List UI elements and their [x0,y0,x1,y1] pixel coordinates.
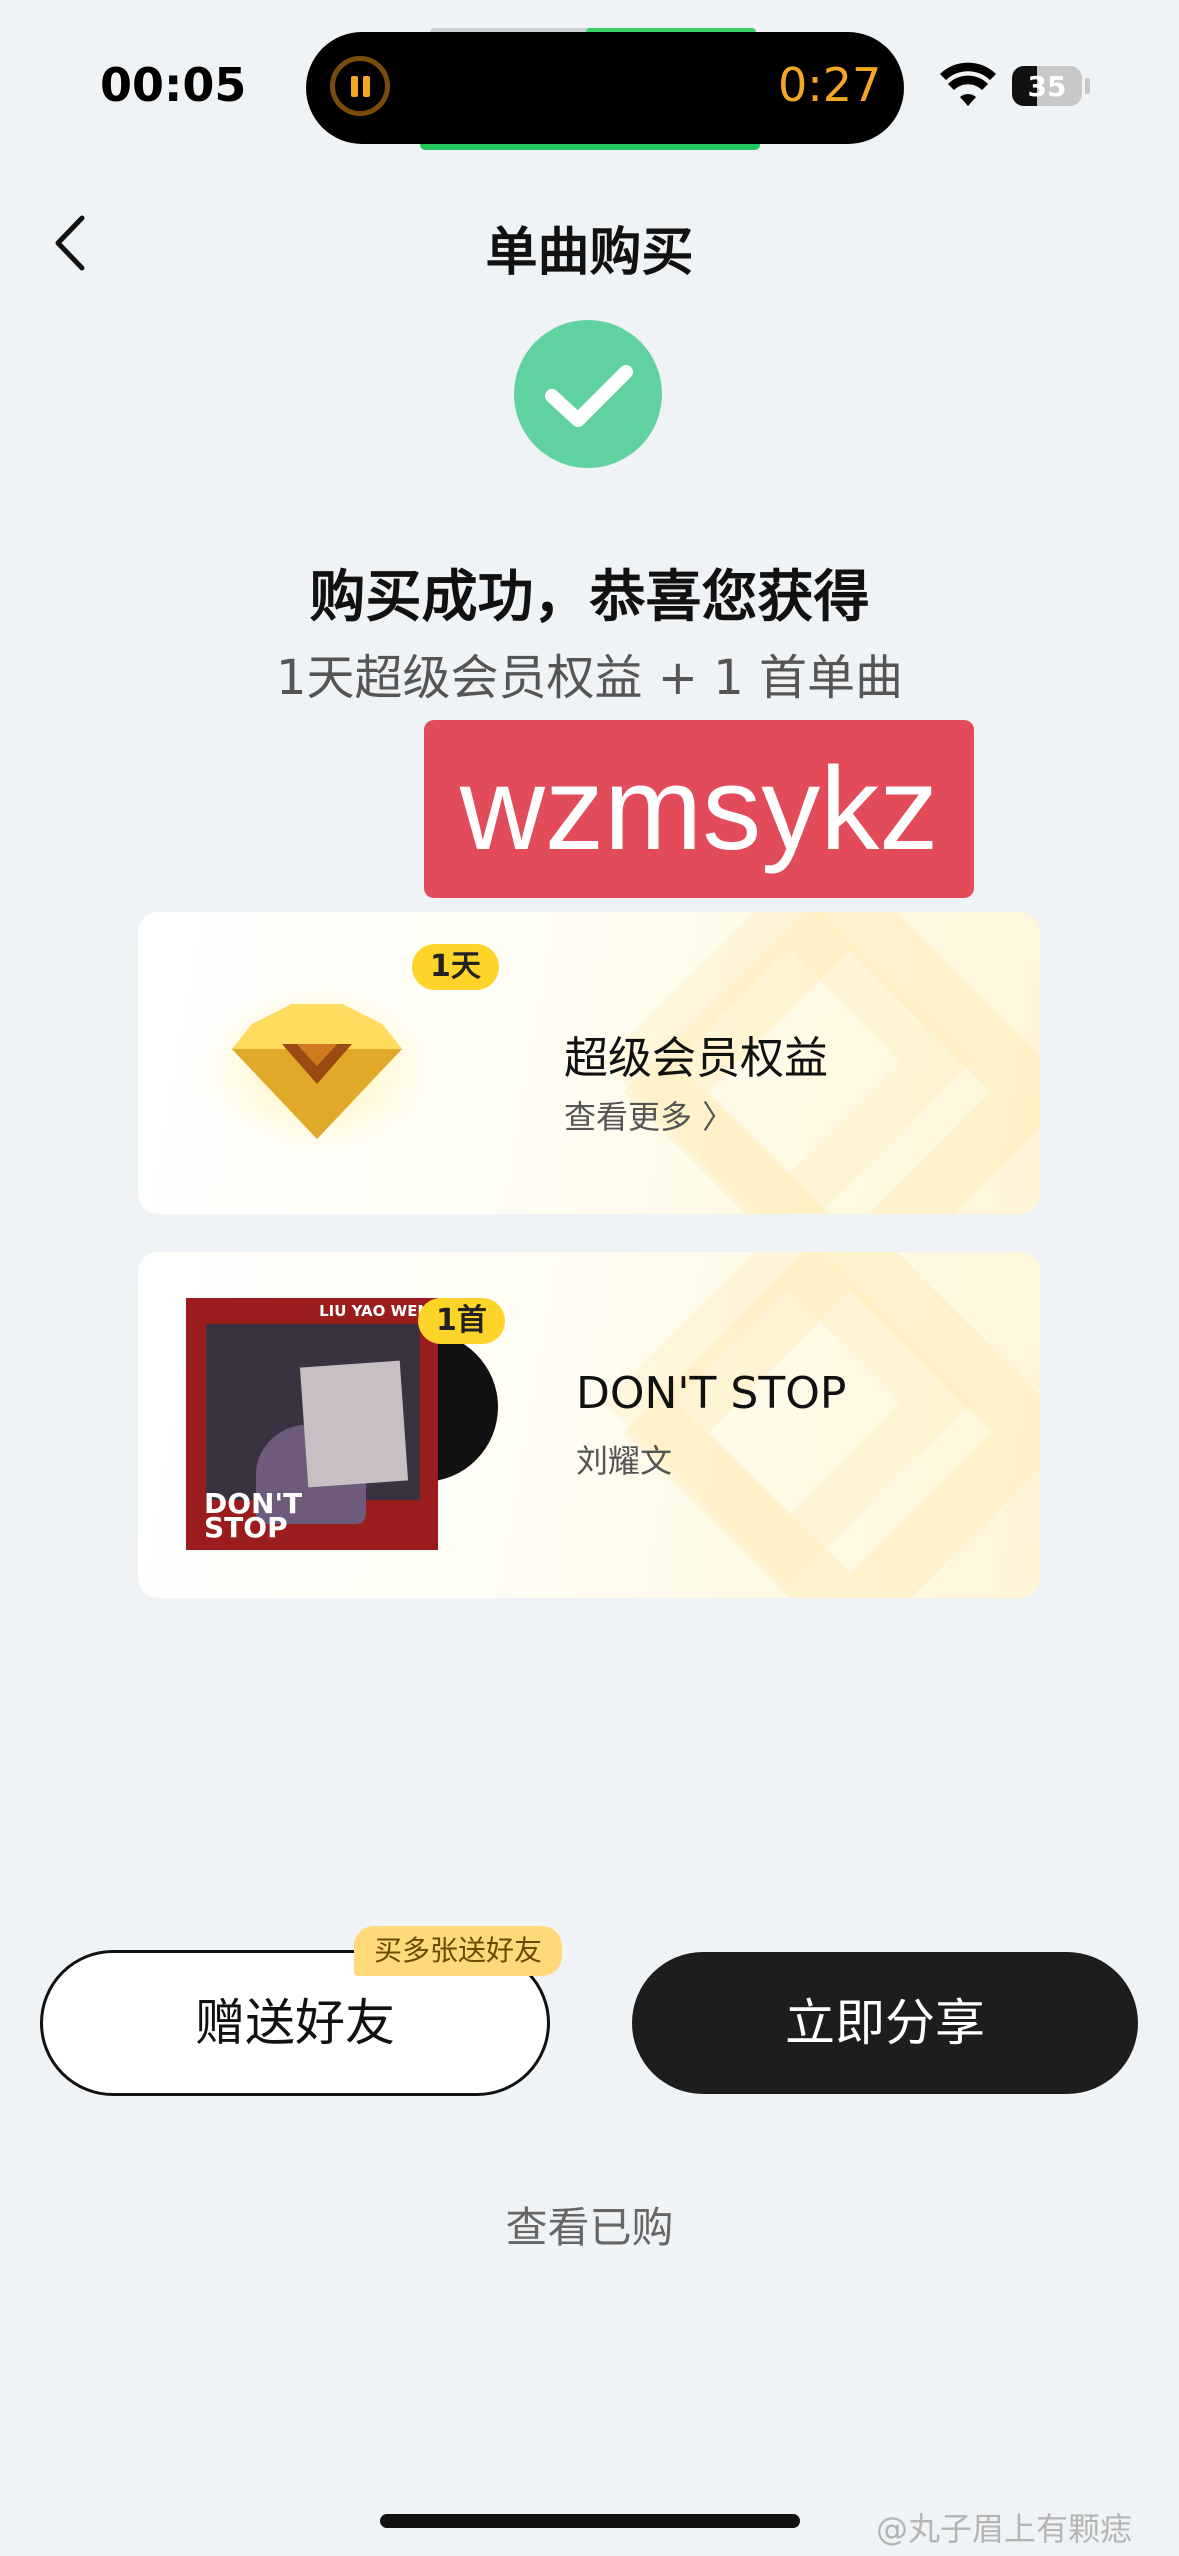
wifi-icon [940,62,996,106]
view-purchased-link[interactable]: 查看已购 [0,2194,1179,2255]
album-cover-artist: LIU YAO WEN [319,1302,430,1320]
watermark-overlay: wzmsykz [424,720,974,898]
page-title: 单曲购买 [485,223,694,283]
battery-tip [1085,78,1090,94]
success-headline: 购买成功，恭喜您获得 [309,565,870,630]
recording-timer: 0:27 [778,58,882,112]
weibo-watermark: @丸子眉上有颗痣 [876,2510,1133,2548]
watermark-text: wzmsykz [459,743,939,875]
album-cover-paper [299,1360,409,1488]
count-badge: 1首 [418,1298,505,1344]
view-more-link[interactable]: 查看更多 〉 [564,1092,734,1138]
card-title: 超级会员权益 [564,1033,828,1084]
song-artist: 刘耀文 [576,1442,673,1480]
album-cover-title: DON'T STOP [204,1487,303,1544]
album-cover-photo [206,1324,420,1524]
vip-benefit-card[interactable]: 1天 超级会员权益 查看更多 〉 [138,912,1040,1214]
home-indicator[interactable] [380,2514,800,2528]
pause-icon[interactable] [330,56,390,116]
battery-level: 35 [1027,70,1067,103]
song-title: DON'T STOP [576,1368,847,1419]
success-subline: 1天超级会员权益 + 1 首单曲 [275,650,904,706]
battery-icon: 35 [1012,66,1082,106]
share-now-button[interactable]: 立即分享 [632,1952,1138,2094]
success-check-icon [514,320,662,468]
album-cover: LIU YAO WEN DON'T STOP [186,1298,438,1550]
diamond-icon [202,984,432,1154]
status-time: 00:05 [100,58,247,112]
song-card[interactable]: LIU YAO WEN DON'T STOP 1首 DON'T STOP 刘耀文 [138,1252,1040,1598]
gift-promo-tag: 买多张送好友 [354,1926,563,1976]
duration-badge: 1天 [412,944,499,990]
